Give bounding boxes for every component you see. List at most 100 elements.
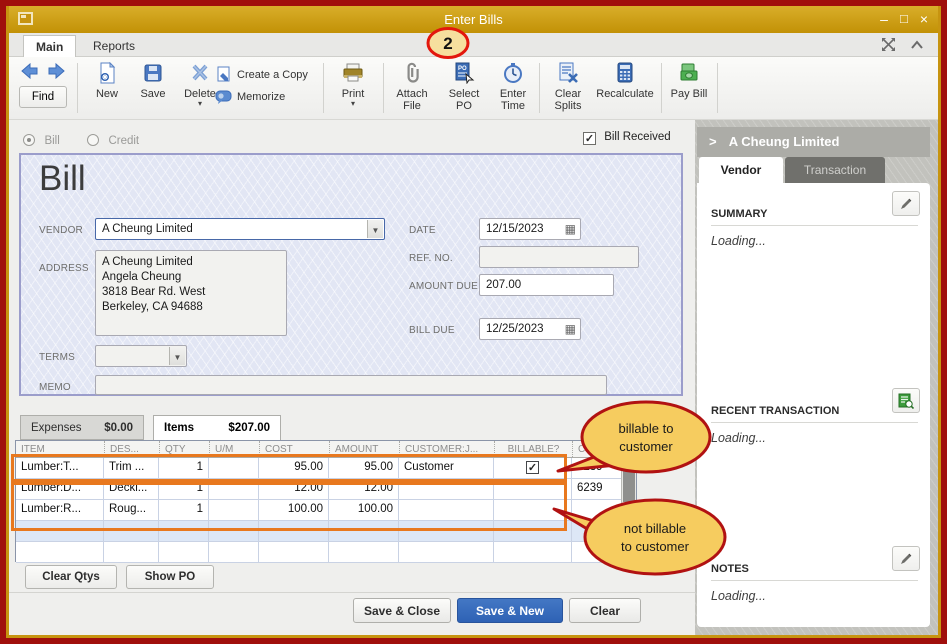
save-new-button[interactable]: Save & New — [457, 598, 563, 623]
copy-memorize-group: Create a Copy Memorize — [215, 64, 308, 108]
tab-reports[interactable]: Reports — [81, 35, 147, 57]
footer-divider — [9, 592, 695, 593]
terms-dropdown[interactable]: ▼ — [95, 345, 187, 367]
close-button[interactable]: × — [920, 9, 928, 29]
calendar-icon[interactable]: ▦ — [565, 322, 576, 336]
minimize-button[interactable]: – — [880, 9, 888, 29]
vendor-dropdown-icon[interactable]: ▼ — [367, 220, 383, 238]
empty-table-row[interactable] — [16, 542, 636, 563]
expand-window-icon[interactable] — [881, 37, 896, 52]
step-number: 2 — [443, 34, 452, 53]
calendar-icon[interactable]: ▦ — [565, 222, 576, 236]
side-panel-title: A Cheung Limited — [728, 134, 840, 149]
bill-due-field[interactable]: 12/25/2023 ▦ — [479, 318, 581, 340]
recent-transaction-loading-text: Loading... — [711, 431, 766, 445]
pay-bill-button[interactable]: Pay Bill — [667, 62, 711, 100]
summary-heading: SUMMARY — [711, 208, 918, 226]
recent-transaction-heading: RECENT TRANSACTION — [711, 405, 918, 423]
maximize-button[interactable]: □ — [900, 9, 908, 29]
clear-splits-button[interactable]: Clear Splits — [545, 62, 591, 112]
clear-qtys-button[interactable]: Clear Qtys — [25, 565, 117, 589]
summary-section: SUMMARY Loading... — [711, 208, 918, 248]
vendor-label: VENDOR — [39, 225, 83, 236]
recalculate-button[interactable]: Recalculate — [593, 62, 657, 100]
stopwatch-icon — [491, 62, 535, 86]
ref-no-field[interactable] — [479, 246, 639, 268]
tab-vendor[interactable]: Vendor — [699, 157, 783, 183]
collapse-ribbon-icon[interactable] — [910, 39, 924, 50]
select-po-button[interactable]: PO Select PO — [441, 62, 487, 112]
bill-panel: Bill VENDOR A Cheung Limited ▼ DATE 12/1… — [19, 153, 683, 396]
memorize-button[interactable]: Memorize — [215, 86, 308, 108]
window-title: Enter Bills — [444, 12, 503, 27]
new-button[interactable]: New — [85, 61, 129, 100]
save-button[interactable]: Save — [131, 62, 175, 100]
toolbar: Find New Save Delete ▾ Create a Copy Mem… — [9, 57, 938, 120]
forward-arrow-icon[interactable] — [47, 63, 65, 79]
print-button[interactable]: Print ▾ — [331, 62, 375, 108]
collapse-panel-icon[interactable]: > — [709, 134, 717, 149]
highlight-billable-row — [11, 454, 567, 482]
memorize-icon — [215, 90, 232, 104]
attach-file-button[interactable]: Attach File — [389, 62, 435, 112]
callout-billable: billable to customer — [556, 400, 712, 474]
tab-main[interactable]: Main — [23, 35, 77, 57]
highlight-not-billable-rows — [11, 482, 567, 531]
tab-items[interactable]: Items $207.00 — [153, 415, 281, 440]
amount-due-label: AMOUNT DUE — [409, 281, 479, 292]
select-po-icon: PO — [441, 62, 487, 86]
titlebar: Enter Bills – □ × — [9, 6, 938, 33]
callout-billable-line2: customer — [619, 439, 673, 454]
recent-transaction-section: RECENT TRANSACTION Loading... — [711, 405, 918, 445]
create-copy-icon — [217, 66, 230, 82]
callout-billable-line1: billable to — [619, 421, 674, 436]
amount-due-field[interactable]: 207.00 — [479, 274, 614, 296]
calculator-icon — [593, 62, 657, 86]
tab-expenses[interactable]: Expenses $0.00 — [20, 415, 144, 440]
save-icon — [131, 62, 175, 86]
bill-radio-icon — [23, 134, 35, 146]
bill-radio[interactable]: Bill — [23, 131, 60, 149]
date-label: DATE — [409, 225, 436, 236]
svg-text:PO: PO — [458, 66, 467, 72]
address-box[interactable]: A Cheung Limited Angela Cheung 3818 Bear… — [95, 250, 287, 336]
paperclip-icon — [389, 62, 435, 86]
print-icon — [331, 62, 375, 86]
bill-received-checkbox[interactable]: ✓ Bill Received — [583, 131, 671, 145]
callout-not-billable-line2: to customer — [621, 539, 690, 554]
terms-dropdown-icon[interactable]: ▼ — [169, 347, 185, 365]
callout-not-billable: not billable to customer — [552, 498, 727, 576]
enter-time-button[interactable]: Enter Time — [491, 62, 535, 112]
bill-due-label: BILL DUE — [409, 325, 455, 336]
address-label: ADDRESS — [39, 263, 89, 274]
ribbon-tabstrip: Main Reports — [9, 33, 938, 57]
tab-transaction[interactable]: Transaction — [785, 157, 885, 183]
callout-not-billable-line1: not billable — [624, 521, 686, 536]
vendor-combobox[interactable]: A Cheung Limited ▼ — [95, 218, 385, 240]
terms-label: TERMS — [39, 352, 75, 363]
clear-splits-icon — [545, 62, 591, 86]
back-arrow-icon[interactable] — [21, 63, 39, 79]
memo-label: MEMO — [39, 382, 71, 393]
find-button[interactable]: Find — [19, 86, 67, 108]
step-2-circle: 2 — [426, 27, 470, 59]
memo-field[interactable] — [95, 375, 607, 395]
show-po-button[interactable]: Show PO — [126, 565, 214, 589]
create-copy-button[interactable]: Create a Copy — [215, 64, 308, 86]
side-panel-header[interactable]: > A Cheung Limited — [697, 127, 930, 157]
bill-received-check-icon: ✓ — [583, 132, 596, 145]
bill-form-title: Bill — [39, 159, 86, 198]
credit-radio[interactable]: Credit — [87, 131, 139, 149]
new-icon — [85, 61, 129, 86]
ref-no-label: REF. NO. — [409, 253, 453, 264]
summary-loading-text: Loading... — [711, 234, 766, 248]
credit-radio-icon — [87, 134, 99, 146]
notes-loading-text: Loading... — [711, 589, 766, 603]
clear-button[interactable]: Clear — [569, 598, 641, 623]
save-close-button[interactable]: Save & Close — [353, 598, 451, 623]
pay-bill-icon — [667, 62, 711, 86]
notes-heading: NOTES — [711, 563, 918, 581]
notes-section: NOTES Loading... — [711, 563, 918, 603]
date-field[interactable]: 12/15/2023 ▦ — [479, 218, 581, 240]
enter-bills-window: Enter Bills – □ × Main Reports Find New … — [6, 6, 941, 638]
